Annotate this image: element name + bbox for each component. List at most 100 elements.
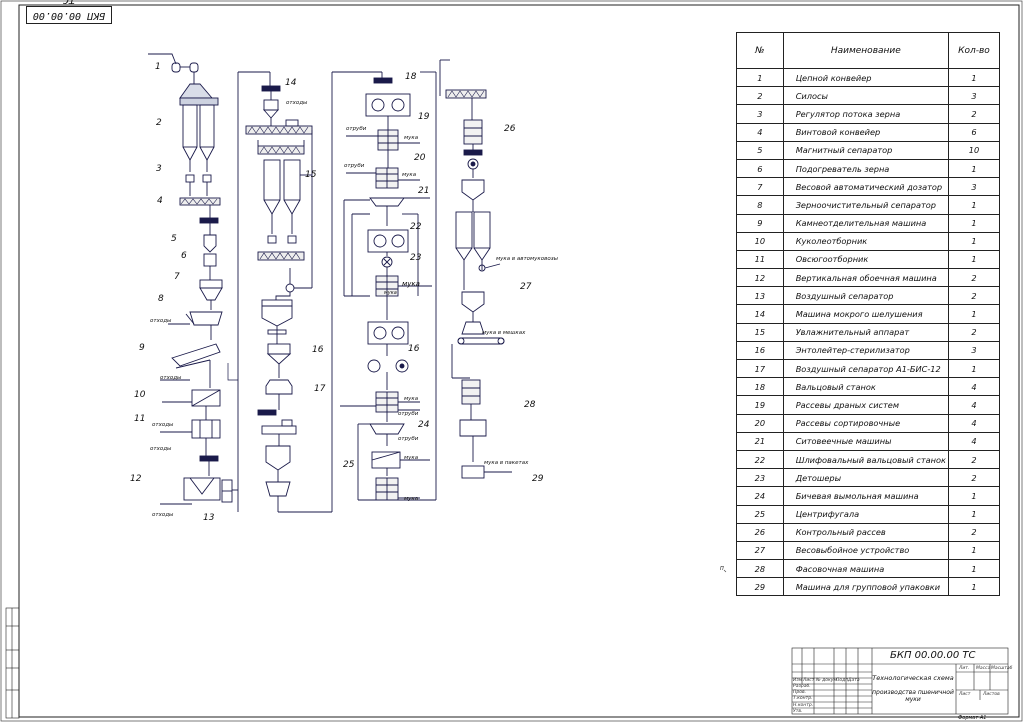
flour-label: мука [402, 280, 420, 288]
legend-row-num: 18 [736, 377, 784, 397]
corner-mark: П [720, 566, 724, 572]
legend-row-num: 26 [736, 522, 784, 542]
legend-row-qty: 1 [947, 358, 1001, 379]
legend-row: 4 Винтовой конвейер 6 [736, 122, 1001, 142]
legend-row: 7 Весовой автоматический дозатор 3 [736, 177, 1001, 197]
legend-row-qty: 4 [947, 431, 1001, 451]
flour-truck-label: мука в автомуковозы [496, 256, 558, 262]
tb-sheets: Листов [983, 692, 1000, 697]
legend-row-qty: 2 [947, 522, 1001, 542]
legend-row-name: Овсюгоотборник [782, 249, 949, 270]
legend-row-name: Энтолейтер-стерилизатор [782, 340, 949, 361]
legend-row: 18 Вальцовый станок 4 [736, 377, 1001, 397]
label-9: 9 [139, 343, 145, 353]
legend-row: 6 Подогреватель зерна 1 [736, 158, 1001, 179]
legend-row-qty: 2 [947, 468, 1001, 488]
label-16b: 16 [408, 344, 420, 354]
title-block-code: БКП 00.00.00 ТС [890, 650, 976, 661]
legend-row-name: Вальцовый станок [782, 377, 949, 397]
legend-row: 26 Контрольный рассев 2 [736, 522, 1001, 542]
tb-masshtab: Масштаб [991, 666, 1013, 671]
label-10: 10 [134, 390, 146, 400]
mirrored-code-stamp: БКП 00.00.00 ТС [26, 0, 112, 24]
legend-row-num: 2 [736, 86, 784, 106]
label-21: 21 [418, 186, 430, 196]
flour-label: мука [384, 290, 397, 296]
tb-nkontr: Н.контр. [793, 703, 814, 708]
legend-row: 5 Магнитный сепаратор 10 [736, 140, 1001, 160]
legend-row-num: 12 [736, 268, 784, 288]
legend-row-qty: 1 [947, 486, 1001, 506]
drawing-sheet: БКП 00.00.00 ТС 1 2 3 4 5 6 7 8 9 10 11 … [0, 0, 1024, 723]
flour-packets-label: мука в пакетах [484, 460, 529, 466]
legend-row-qty: 1 [947, 304, 1001, 324]
legend-row-qty: 3 [947, 86, 1001, 106]
legend-row-name: Цепной конвейер [782, 67, 949, 88]
label-26: 26 [504, 124, 516, 134]
label-25: 25 [343, 460, 355, 470]
legend-row-name: Подогреватель зерна [782, 158, 949, 179]
legend-row-name: Магнитный сепаратор [782, 140, 949, 160]
legend-row-name: Вертикальная обоечная машина [782, 268, 949, 288]
legend-row-qty: 1 [947, 67, 1001, 88]
label-8: 8 [158, 294, 164, 304]
flour-label: мука [402, 172, 417, 178]
label-24: 24 [418, 420, 430, 430]
legend-row: 2 Силосы 3 [736, 86, 1001, 106]
flour-label: мука [404, 396, 419, 402]
label-4: 4 [157, 196, 163, 206]
legend-row-qty: 4 [947, 377, 1001, 397]
legend-row-name: Куколеотборник [782, 231, 949, 251]
legend-row-qty: 1 [947, 231, 1001, 251]
waste-label: отходы [152, 512, 174, 518]
label-29: 29 [532, 474, 544, 484]
legend-row: 28 Фасовочная машина 1 [736, 559, 1001, 579]
legend-row: 13 Воздушный сепаратор 2 [736, 286, 1001, 306]
legend-row-qty: 1 [947, 559, 1001, 579]
label-27: 27 [520, 282, 532, 292]
legend-row-num: 10 [736, 231, 784, 251]
legend-row-name: Регулятор потока зерна [782, 104, 949, 124]
title-block-name: Технологическая схема [872, 674, 954, 682]
waste-label: отходы [286, 100, 308, 106]
legend-body: 1 Цепной конвейер 1 2 Силосы 3 3 Регулятор пото… [736, 67, 1001, 597]
legend-row-num: 24 [736, 486, 784, 506]
legend-row-num: 22 [736, 449, 784, 470]
label-1: 1 [155, 62, 161, 72]
flour-label: мука [404, 496, 419, 502]
legend-row-num: 5 [736, 140, 784, 160]
legend-row-qty: 1 [947, 249, 1001, 270]
title-block-subtitle: производства пшеничной муки [872, 689, 954, 703]
label-15: 15 [305, 170, 317, 180]
legend-row-num: 3 [736, 104, 784, 124]
label-3: 3 [156, 164, 162, 174]
legend-row-name: Бичевая вымольная машина [782, 486, 949, 506]
legend-row: 12 Вертикальная обоечная машина 2 [736, 268, 1001, 288]
legend-row-name: Весовой автоматический дозатор [782, 177, 949, 197]
legend-row-name: Увлажнительный аппарат [782, 322, 949, 342]
legend-row-name: Шлифовальный вальцовый станок [782, 449, 949, 470]
flour-label: мука [404, 135, 419, 141]
legend-row-num: 9 [736, 213, 784, 233]
label-13: 13 [203, 513, 215, 523]
label-12: 12 [130, 474, 142, 484]
tb-list: Лист [803, 678, 815, 683]
legend-row: 25 Центрифугала 1 [736, 504, 1001, 524]
legend-row-num: 17 [736, 358, 784, 379]
format-label: Формат А1 [958, 715, 987, 721]
legend-row: 17 Воздушный сепаратор А1-БИС-12 1 [736, 358, 1001, 379]
legend-row-num: 6 [736, 158, 784, 179]
label-17: 17 [314, 384, 326, 394]
legend-row-qty: 4 [947, 413, 1001, 433]
legend-row: 29 Машина для групповой упаковки 1 [736, 577, 1001, 597]
legend-header-row: № Наименование Кол-во [736, 32, 1001, 69]
legend-row: 1 Цепной конвейер 1 [736, 67, 1001, 88]
left-stamp-column [5, 607, 20, 719]
legend-row-name: Машина мокрого шелушения [782, 304, 949, 324]
legend-row-num: 28 [736, 559, 784, 579]
legend-row-name: Рассевы драных систем [782, 395, 949, 415]
column-2-equipment [245, 71, 382, 513]
legend-row: 22 Шлифовальный вальцовый станок 2 [736, 449, 1001, 470]
legend-row-name: Воздушный сепаратор [782, 286, 949, 306]
legend-row-name: Рассевы сортировочные [782, 413, 949, 433]
